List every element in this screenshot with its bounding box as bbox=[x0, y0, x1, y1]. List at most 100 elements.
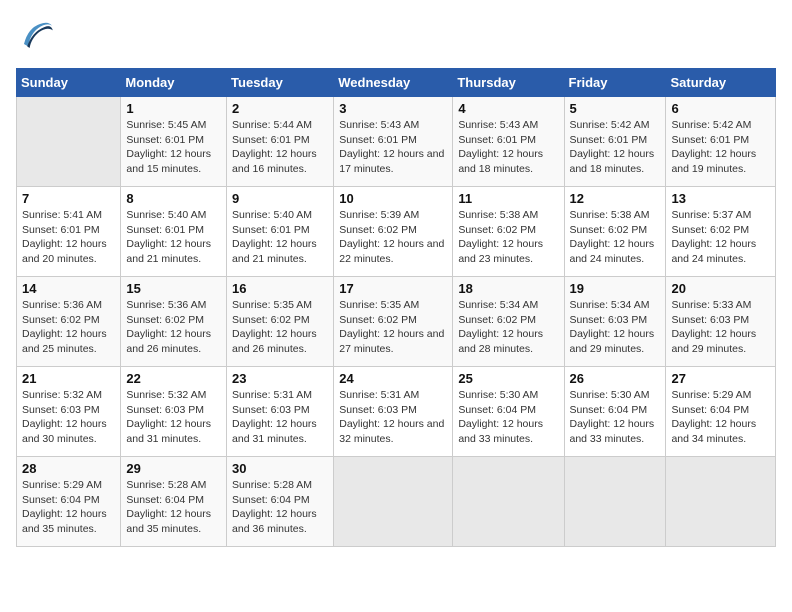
day-cell: 20 Sunrise: 5:33 AMSunset: 6:03 PMDayligh… bbox=[666, 277, 776, 367]
day-number: 12 bbox=[570, 191, 661, 206]
day-info: Sunrise: 5:40 AMSunset: 6:01 PMDaylight:… bbox=[232, 208, 328, 267]
week-row-5: 28 Sunrise: 5:29 AMSunset: 6:04 PMDayligh… bbox=[17, 457, 776, 547]
day-number: 28 bbox=[22, 461, 115, 476]
day-number: 10 bbox=[339, 191, 447, 206]
day-number: 22 bbox=[126, 371, 221, 386]
day-cell: 5 Sunrise: 5:42 AMSunset: 6:01 PMDaylight… bbox=[564, 97, 666, 187]
day-number: 27 bbox=[671, 371, 770, 386]
day-cell bbox=[564, 457, 666, 547]
day-cell bbox=[666, 457, 776, 547]
day-info: Sunrise: 5:39 AMSunset: 6:02 PMDaylight:… bbox=[339, 208, 447, 267]
day-cell: 9 Sunrise: 5:40 AMSunset: 6:01 PMDaylight… bbox=[227, 187, 334, 277]
day-info: Sunrise: 5:28 AMSunset: 6:04 PMDaylight:… bbox=[126, 478, 221, 537]
day-info: Sunrise: 5:43 AMSunset: 6:01 PMDaylight:… bbox=[458, 118, 558, 177]
day-info: Sunrise: 5:42 AMSunset: 6:01 PMDaylight:… bbox=[671, 118, 770, 177]
day-info: Sunrise: 5:32 AMSunset: 6:03 PMDaylight:… bbox=[22, 388, 115, 447]
day-cell: 3 Sunrise: 5:43 AMSunset: 6:01 PMDaylight… bbox=[334, 97, 453, 187]
day-cell: 29 Sunrise: 5:28 AMSunset: 6:04 PMDayligh… bbox=[121, 457, 227, 547]
day-info: Sunrise: 5:33 AMSunset: 6:03 PMDaylight:… bbox=[671, 298, 770, 357]
day-cell: 4 Sunrise: 5:43 AMSunset: 6:01 PMDaylight… bbox=[453, 97, 564, 187]
day-info: Sunrise: 5:30 AMSunset: 6:04 PMDaylight:… bbox=[458, 388, 558, 447]
day-cell: 10 Sunrise: 5:39 AMSunset: 6:02 PMDayligh… bbox=[334, 187, 453, 277]
day-cell: 27 Sunrise: 5:29 AMSunset: 6:04 PMDayligh… bbox=[666, 367, 776, 457]
week-row-3: 14Sunrise: 5:36 AMSunset: 6:02 PMDayligh… bbox=[17, 277, 776, 367]
column-header-wednesday: Wednesday bbox=[334, 69, 453, 97]
day-cell: 24 Sunrise: 5:31 AMSunset: 6:03 PMDayligh… bbox=[334, 367, 453, 457]
day-info: Sunrise: 5:41 AMSunset: 6:01 PMDaylight:… bbox=[22, 208, 115, 267]
column-header-thursday: Thursday bbox=[453, 69, 564, 97]
day-number: 4 bbox=[458, 101, 558, 116]
day-number: 25 bbox=[458, 371, 558, 386]
day-number: 30 bbox=[232, 461, 328, 476]
day-cell: 15 Sunrise: 5:36 AMSunset: 6:02 PMDayligh… bbox=[121, 277, 227, 367]
day-cell: 11 Sunrise: 5:38 AMSunset: 6:02 PMDayligh… bbox=[453, 187, 564, 277]
day-cell: 23Sunrise: 5:31 AMSunset: 6:03 PMDayligh… bbox=[227, 367, 334, 457]
day-cell: 19 Sunrise: 5:34 AMSunset: 6:03 PMDayligh… bbox=[564, 277, 666, 367]
logo-icon bbox=[16, 16, 56, 56]
day-cell: 17 Sunrise: 5:35 AMSunset: 6:02 PMDayligh… bbox=[334, 277, 453, 367]
day-info: Sunrise: 5:43 AMSunset: 6:01 PMDaylight:… bbox=[339, 118, 447, 177]
day-cell bbox=[17, 97, 121, 187]
day-cell bbox=[453, 457, 564, 547]
day-cell: 26Sunrise: 5:30 AMSunset: 6:04 PMDayligh… bbox=[564, 367, 666, 457]
day-info: Sunrise: 5:42 AMSunset: 6:01 PMDaylight:… bbox=[570, 118, 661, 177]
day-number: 9 bbox=[232, 191, 328, 206]
calendar-header-row: SundayMondayTuesdayWednesdayThursdayFrid… bbox=[17, 69, 776, 97]
day-number: 7 bbox=[22, 191, 115, 206]
day-cell: 28 Sunrise: 5:29 AMSunset: 6:04 PMDayligh… bbox=[17, 457, 121, 547]
day-info: Sunrise: 5:30 AMSunset: 6:04 PMDaylight:… bbox=[570, 388, 661, 447]
day-number: 1 bbox=[126, 101, 221, 116]
day-number: 23 bbox=[232, 371, 328, 386]
day-cell bbox=[334, 457, 453, 547]
day-info: Sunrise: 5:32 AMSunset: 6:03 PMDaylight:… bbox=[126, 388, 221, 447]
day-cell: 6 Sunrise: 5:42 AMSunset: 6:01 PMDaylight… bbox=[666, 97, 776, 187]
day-number: 21 bbox=[22, 371, 115, 386]
day-info: Sunrise: 5:34 AMSunset: 6:03 PMDaylight:… bbox=[570, 298, 661, 357]
day-number: 3 bbox=[339, 101, 447, 116]
day-info: Sunrise: 5:37 AMSunset: 6:02 PMDaylight:… bbox=[671, 208, 770, 267]
week-row-2: 7 Sunrise: 5:41 AMSunset: 6:01 PMDaylight… bbox=[17, 187, 776, 277]
day-cell: 12Sunrise: 5:38 AMSunset: 6:02 PMDayligh… bbox=[564, 187, 666, 277]
page-header bbox=[16, 16, 776, 56]
day-cell: 30 Sunrise: 5:28 AMSunset: 6:04 PMDayligh… bbox=[227, 457, 334, 547]
day-info: Sunrise: 5:31 AMSunset: 6:03 PMDaylight:… bbox=[339, 388, 447, 447]
day-number: 5 bbox=[570, 101, 661, 116]
column-header-saturday: Saturday bbox=[666, 69, 776, 97]
day-cell: 16Sunrise: 5:35 AMSunset: 6:02 PMDayligh… bbox=[227, 277, 334, 367]
day-number: 11 bbox=[458, 191, 558, 206]
day-cell: 13 Sunrise: 5:37 AMSunset: 6:02 PMDayligh… bbox=[666, 187, 776, 277]
day-info: Sunrise: 5:29 AMSunset: 6:04 PMDaylight:… bbox=[671, 388, 770, 447]
day-info: Sunrise: 5:36 AMSunset: 6:02 PMDaylight:… bbox=[126, 298, 221, 357]
column-header-monday: Monday bbox=[121, 69, 227, 97]
week-row-1: 1Sunrise: 5:45 AMSunset: 6:01 PMDaylight… bbox=[17, 97, 776, 187]
column-header-friday: Friday bbox=[564, 69, 666, 97]
day-cell: 14Sunrise: 5:36 AMSunset: 6:02 PMDayligh… bbox=[17, 277, 121, 367]
week-row-4: 21 Sunrise: 5:32 AMSunset: 6:03 PMDayligh… bbox=[17, 367, 776, 457]
day-number: 29 bbox=[126, 461, 221, 476]
day-number: 13 bbox=[671, 191, 770, 206]
day-info: Sunrise: 5:34 AMSunset: 6:02 PMDaylight:… bbox=[458, 298, 558, 357]
calendar-table: SundayMondayTuesdayWednesdayThursdayFrid… bbox=[16, 68, 776, 547]
day-info: Sunrise: 5:35 AMSunset: 6:02 PMDaylight:… bbox=[339, 298, 447, 357]
day-number: 17 bbox=[339, 281, 447, 296]
day-cell: 2Sunrise: 5:44 AMSunset: 6:01 PMDaylight… bbox=[227, 97, 334, 187]
day-number: 20 bbox=[671, 281, 770, 296]
day-info: Sunrise: 5:40 AMSunset: 6:01 PMDaylight:… bbox=[126, 208, 221, 267]
day-number: 6 bbox=[671, 101, 770, 116]
day-cell: 8Sunrise: 5:40 AMSunset: 6:01 PMDaylight… bbox=[121, 187, 227, 277]
day-cell: 18 Sunrise: 5:34 AMSunset: 6:02 PMDayligh… bbox=[453, 277, 564, 367]
day-number: 18 bbox=[458, 281, 558, 296]
day-number: 16 bbox=[232, 281, 328, 296]
day-info: Sunrise: 5:38 AMSunset: 6:02 PMDaylight:… bbox=[458, 208, 558, 267]
day-info: Sunrise: 5:29 AMSunset: 6:04 PMDaylight:… bbox=[22, 478, 115, 537]
day-number: 24 bbox=[339, 371, 447, 386]
day-info: Sunrise: 5:44 AMSunset: 6:01 PMDaylight:… bbox=[232, 118, 328, 177]
column-header-sunday: Sunday bbox=[17, 69, 121, 97]
day-number: 19 bbox=[570, 281, 661, 296]
day-cell: 22 Sunrise: 5:32 AMSunset: 6:03 PMDayligh… bbox=[121, 367, 227, 457]
day-number: 15 bbox=[126, 281, 221, 296]
column-header-tuesday: Tuesday bbox=[227, 69, 334, 97]
day-info: Sunrise: 5:28 AMSunset: 6:04 PMDaylight:… bbox=[232, 478, 328, 537]
day-info: Sunrise: 5:36 AMSunset: 6:02 PMDaylight:… bbox=[22, 298, 115, 357]
logo bbox=[16, 16, 60, 56]
